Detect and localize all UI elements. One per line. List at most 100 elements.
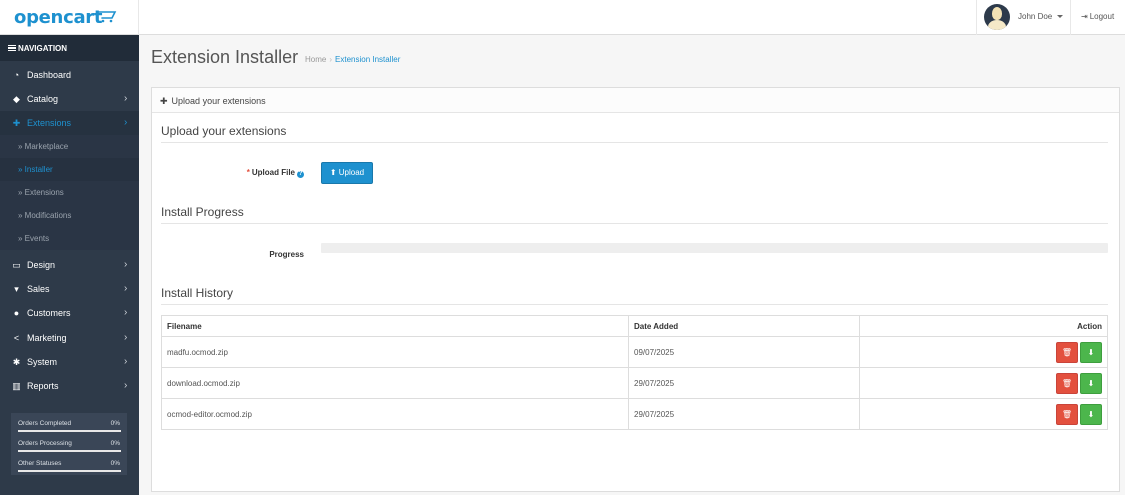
cart-icon: ▾ [14,284,19,294]
logout-label[interactable]: Logout [1090,12,1114,21]
history-section-title: Install History [161,286,234,300]
download-icon: ⬇ [1087,409,1095,419]
filename-cell: ocmod-editor.ocmod.zip [161,398,629,430]
sidebar-subitem-marketplace[interactable]: » Marketplace [0,135,139,158]
date-cell: 29/07/2025 [628,367,860,399]
sidebar-item-design[interactable]: ▭ Design › [0,253,139,277]
date-cell: 09/07/2025 [628,336,860,368]
chevron-right-icon: › [124,93,128,104]
delete-button[interactable]: 🗑 [1056,341,1078,363]
action-cell: 🗑 ⬇ [859,367,1108,399]
navigation-header: NAVIGATION [0,35,139,61]
puzzle-icon: ✚ [160,96,168,106]
avatar[interactable] [984,4,1010,30]
dashboard-icon: ◔ [13,70,20,80]
sidebar-item-label: Customers [27,308,71,318]
breadcrumb-home[interactable]: Home [305,55,326,64]
stat-orders-processing: Orders Processing 0% [16,438,122,458]
stat-percent: 0% [110,420,120,427]
sidebar-subitem-label: » Extensions [18,188,64,197]
stat-orders-completed: Orders Completed 0% [16,418,122,438]
navigation-title: NAVIGATION [18,44,68,53]
progress-bar [18,470,121,472]
logo-text[interactable]: opencart [14,7,102,28]
sidebar-item-reports[interactable]: ▥ Reports › [0,374,139,398]
progress-bar [18,430,121,432]
stat-percent: 0% [110,460,120,467]
chevron-down-icon[interactable] [1057,15,1063,18]
chevron-right-icon: › [124,259,128,270]
share-icon: < [13,333,20,343]
install-history-table: Filename Date Added Action madfu.ocmod.z… [161,315,1108,430]
column-header-filename[interactable]: Filename [161,315,629,337]
chevron-right-icon: › [124,117,128,128]
chevron-right-icon: › [124,380,128,391]
tag-icon: ◆ [13,94,20,104]
puzzle-icon: ✚ [12,118,21,128]
logout-link[interactable]: ⇥ Logout [1081,12,1114,21]
required-marker: * [246,168,250,177]
sidebar-item-label: Dashboard [27,70,72,80]
sidebar-subitem-extensions[interactable]: » Extensions [0,181,139,204]
trash-icon: 🗑 [1061,378,1073,388]
upload-file-label: * Upload File? [246,168,304,178]
trash-icon: 🗑 [1061,347,1073,357]
column-header-date-added[interactable]: Date Added [628,315,860,337]
panel-heading: ✚ Upload your extensions [152,88,1119,113]
sidebar-subitem-modifications[interactable]: » Modifications [0,204,139,227]
sidebar-item-extensions[interactable]: ✚ Extensions › [0,111,139,135]
sidebar-subitem-label: » Marketplace [18,142,69,151]
sidebar-subitem-installer[interactable]: » Installer [0,158,139,181]
sidebar-item-label: Reports [27,381,59,391]
sidebar-subitem-label: » Modifications [18,211,72,220]
chevron-right-icon: › [124,283,128,294]
upload-button[interactable]: ⬆ Upload [321,162,373,184]
download-button[interactable]: ⬇ [1080,403,1102,425]
delete-button[interactable]: 🗑 [1056,372,1078,394]
order-stats: Orders Completed 0% Orders Processing 0%… [11,413,127,475]
installer-panel: ✚ Upload your extensions Upload your exte… [151,87,1120,492]
breadcrumb-separator: › [329,55,333,64]
chevron-right-icon: › [124,307,128,318]
chevron-right-icon: › [124,356,128,367]
monitor-icon: ▭ [12,260,21,270]
cart-logo-icon [97,11,117,23]
trash-icon: 🗑 [1061,409,1073,419]
sidebar-subitem-label: » Installer [18,165,53,174]
sidebar-item-system[interactable]: ✱ System › [0,350,139,374]
menu-icon[interactable] [8,45,16,51]
progress-section-title: Install Progress [161,205,244,219]
stat-label: Orders Processing [18,440,72,447]
download-button[interactable]: ⬇ [1080,341,1102,363]
sidebar-item-customers[interactable]: ● Customers › [0,301,139,325]
user-name[interactable]: John Doe [1018,12,1052,21]
logo[interactable]: opencart [0,0,139,35]
sidebar-item-marketing[interactable]: < Marketing › [0,326,139,350]
sidebar-item-label: Sales [27,284,50,294]
user-menu[interactable]: John Doe [976,0,1071,35]
download-icon: ⬇ [1087,347,1095,357]
chevron-right-icon: › [124,332,128,343]
stat-percent: 0% [110,440,120,447]
sidebar-subitem-events[interactable]: » Events [0,227,139,250]
main-content: Extension Installer Home › Extension Insta… [139,35,1125,495]
sidebar-item-sales[interactable]: ▾ Sales › [0,277,139,301]
divider [161,304,1108,305]
download-button[interactable]: ⬇ [1080,372,1102,394]
upload-section-title: Upload your extensions [161,124,287,138]
help-icon[interactable]: ? [297,171,304,178]
breadcrumb-current[interactable]: Extension Installer [335,55,400,64]
progress-label: Progress [269,250,304,259]
progress-bar [18,450,121,452]
install-progress-bar [321,243,1108,253]
filename-cell: download.ocmod.zip [161,367,629,399]
download-icon: ⬇ [1087,378,1095,388]
sidebar-item-catalog[interactable]: ◆ Catalog › [0,87,139,111]
bar-chart-icon: ▥ [12,381,21,391]
filename-cell: madfu.ocmod.zip [161,336,629,368]
divider [161,223,1108,224]
table-row: ocmod-editor.ocmod.zip 29/07/2025 🗑 ⬇ [161,398,1108,430]
cog-icon: ✱ [12,357,21,367]
sidebar-item-dashboard[interactable]: ◔ Dashboard [0,63,139,87]
delete-button[interactable]: 🗑 [1056,403,1078,425]
